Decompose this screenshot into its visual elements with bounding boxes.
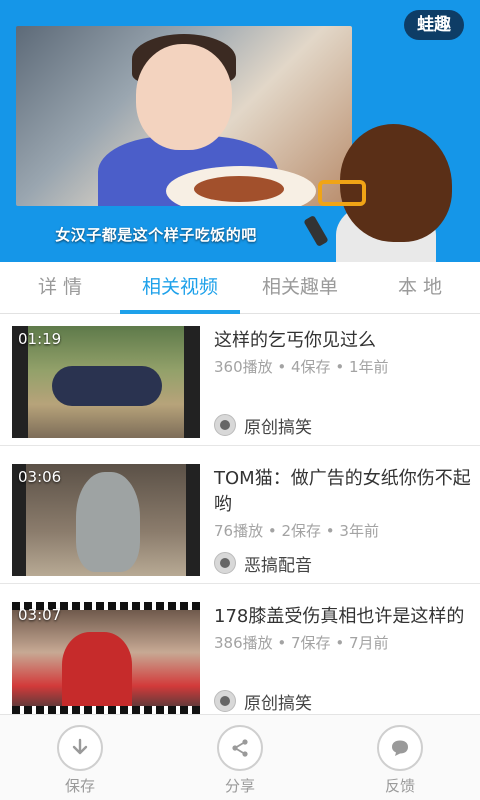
video-duration: 03:06: [18, 468, 62, 486]
video-meta: 76播放 • 2保存 • 3年前: [214, 522, 379, 540]
video-title[interactable]: 这样的乞丐你见过么: [214, 328, 472, 354]
related-video-list: 01:19 这样的乞丐你见过么 360播放 • 4保存 • 1年前 原创搞笑 0…: [0, 314, 480, 714]
save-button-circle[interactable]: [57, 725, 103, 771]
video-frame[interactable]: [16, 26, 352, 206]
list-item[interactable]: 03:07 178膝盖受伤真相也许是这样的 386播放 • 7保存 • 7月前 …: [0, 590, 480, 714]
save-button[interactable]: 保存: [0, 715, 160, 800]
video-figure-face: [136, 44, 232, 150]
share-button-circle[interactable]: [217, 725, 263, 771]
tab-details[interactable]: 详 情: [0, 262, 120, 313]
save-button-label: 保存: [64, 777, 95, 795]
feedback-button[interactable]: 反馈: [320, 715, 480, 800]
video-duration: 01:19: [18, 330, 62, 348]
author-name: 原创搞笑: [244, 417, 312, 438]
avatar: [214, 690, 236, 712]
video-meta: 360播放 • 4保存 • 1年前: [214, 358, 389, 376]
avatar: [214, 414, 236, 436]
video-food: [194, 176, 284, 202]
video-thumbnail[interactable]: 01:19: [12, 326, 200, 438]
video-meta: 386播放 • 7保存 • 7月前: [214, 634, 389, 652]
mascot-glasses: [318, 180, 366, 206]
bottom-action-bar: 保存 分享 反馈: [0, 714, 480, 800]
chat-bubble-icon: [392, 740, 408, 756]
video-player-banner[interactable]: 蛙趣 女汉子都是这个样子吃饭的吧: [0, 0, 480, 262]
video-author[interactable]: 恶搞配音: [214, 549, 312, 577]
feedback-button-circle[interactable]: [377, 725, 423, 771]
tab-bar: 详 情 相关视频 相关趣单 本 地: [0, 262, 480, 314]
list-item[interactable]: 01:19 这样的乞丐你见过么 360播放 • 4保存 • 1年前 原创搞笑: [0, 314, 480, 446]
feedback-button-label: 反馈: [384, 777, 415, 795]
mascot-illustration: [303, 120, 460, 262]
download-icon: [72, 738, 88, 755]
thumbnail-film-border: [12, 706, 200, 714]
brand-logo: 蛙趣: [404, 10, 464, 40]
video-title[interactable]: TOM猫：做广告的女纸你伤不起哟: [214, 466, 472, 518]
share-button-label: 分享: [224, 777, 255, 795]
tab-related-lists[interactable]: 相关趣单: [240, 262, 360, 313]
video-author[interactable]: 原创搞笑: [214, 687, 312, 714]
video-thumbnail[interactable]: 03:07: [12, 602, 200, 714]
video-duration: 03:07: [18, 606, 62, 624]
thumbnail-figure: [76, 472, 140, 572]
video-title[interactable]: 178膝盖受伤真相也许是这样的: [214, 604, 472, 630]
author-name: 原创搞笑: [244, 693, 312, 714]
thumbnail-figure: [62, 632, 132, 714]
avatar: [214, 552, 236, 574]
thumbnail-figure: [52, 366, 162, 406]
list-item[interactable]: 03:06 TOM猫：做广告的女纸你伤不起哟 76播放 • 2保存 • 3年前 …: [0, 452, 480, 584]
share-button[interactable]: 分享: [160, 715, 320, 800]
share-icon: [232, 739, 248, 757]
video-thumbnail[interactable]: 03:06: [12, 464, 200, 576]
video-author[interactable]: 原创搞笑: [214, 411, 312, 439]
video-caption: 女汉子都是这个样子吃饭的吧: [55, 226, 257, 244]
tab-local[interactable]: 本 地: [360, 262, 480, 313]
author-name: 恶搞配音: [244, 555, 312, 576]
tab-related-videos[interactable]: 相关视频: [120, 262, 240, 314]
